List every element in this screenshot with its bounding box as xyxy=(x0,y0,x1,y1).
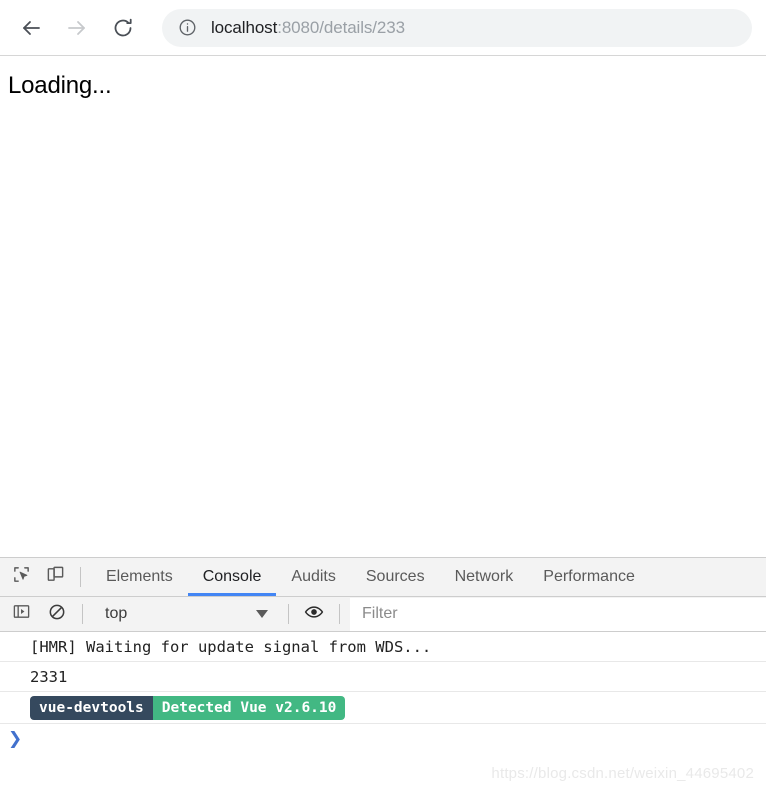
console-toolbar-divider-3 xyxy=(339,604,340,624)
live-expression-button[interactable] xyxy=(299,599,329,629)
arrow-left-icon xyxy=(19,16,43,40)
console-sidebar-icon xyxy=(12,602,31,626)
vue-devtools-badge-value: Detected Vue v2.6.10 xyxy=(152,695,346,720)
console-message-list: [HMR] Waiting for update signal from WDS… xyxy=(0,632,766,754)
back-button[interactable] xyxy=(14,11,48,45)
console-filter-placeholder: Filter xyxy=(362,605,398,622)
console-toolbar-divider-2 xyxy=(288,604,289,624)
arrow-right-icon xyxy=(65,16,89,40)
forward-button[interactable] xyxy=(60,11,94,45)
reload-button[interactable] xyxy=(106,11,140,45)
console-message-row[interactable]: 2331 xyxy=(0,662,766,692)
info-circle-icon[interactable] xyxy=(178,18,197,37)
page-viewport: Loading... xyxy=(0,56,766,557)
console-message-text: 2331 xyxy=(30,667,68,686)
url-host: localhost xyxy=(211,17,278,37)
tab-audits[interactable]: Audits xyxy=(276,558,350,596)
console-message-text: [HMR] Waiting for update signal from WDS… xyxy=(30,637,432,656)
device-toolbar-button[interactable] xyxy=(40,562,70,592)
reload-icon xyxy=(111,16,135,40)
clear-console-button[interactable] xyxy=(42,599,72,629)
chevron-down-icon xyxy=(256,610,268,618)
browser-toolbar: localhost:8080/details/233 xyxy=(0,0,766,56)
devtools-tabbar: Elements Console Audits Sources Network … xyxy=(0,558,766,597)
tab-sources[interactable]: Sources xyxy=(351,558,440,596)
tab-network[interactable]: Network xyxy=(440,558,529,596)
clear-console-icon xyxy=(48,603,66,626)
toolbar-divider xyxy=(80,567,81,587)
live-expression-eye-icon xyxy=(304,602,324,627)
console-prompt-chevron-icon: ❯ xyxy=(8,728,23,749)
console-context-value: top xyxy=(105,605,128,622)
inspect-element-button[interactable] xyxy=(6,562,36,592)
address-bar[interactable]: localhost:8080/details/233 xyxy=(162,8,752,47)
console-filter-input[interactable]: Filter xyxy=(350,597,766,631)
page-loading-text: Loading... xyxy=(8,72,112,99)
tab-console[interactable]: Console xyxy=(187,558,277,596)
console-filter-toolbar: top Filter xyxy=(0,597,766,632)
url-text: localhost:8080/details/233 xyxy=(211,18,405,38)
console-message-row[interactable]: [HMR] Waiting for update signal from WDS… xyxy=(0,632,766,662)
console-sidebar-toggle-button[interactable] xyxy=(6,599,36,629)
console-message-row[interactable]: vue-devtools Detected Vue v2.6.10 xyxy=(0,692,766,724)
vue-devtools-badge: vue-devtools Detected Vue v2.6.10 xyxy=(30,695,346,720)
device-toolbar-icon xyxy=(46,565,65,589)
tab-elements[interactable]: Elements xyxy=(91,558,188,596)
watermark-text: https://blog.csdn.net/weixin_44695402 xyxy=(491,765,754,782)
console-context-selector[interactable]: top xyxy=(93,598,278,631)
console-prompt-row[interactable]: ❯ xyxy=(0,724,766,754)
vue-devtools-badge-label: vue-devtools xyxy=(30,695,153,720)
console-toolbar-divider-1 xyxy=(82,604,83,624)
tab-performance[interactable]: Performance xyxy=(528,558,650,596)
devtools-panel: Elements Console Audits Sources Network … xyxy=(0,557,766,800)
inspect-element-icon xyxy=(12,565,31,589)
url-path: :8080/details/233 xyxy=(277,17,405,37)
